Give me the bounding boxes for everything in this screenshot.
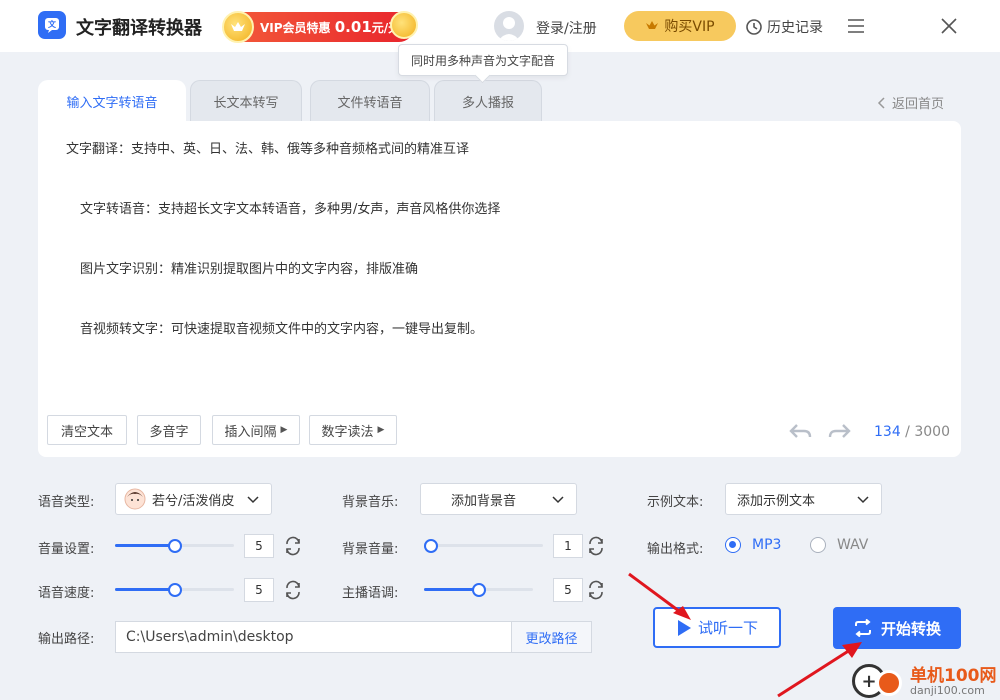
history-button[interactable]: 历史记录 [745, 17, 823, 37]
editor-line: 音视频转文字：可快速提取音视频文件中的文字内容，一键导出复制。 [80, 322, 484, 337]
bg-music-value: 添加背景音 [451, 493, 517, 509]
tab-text-to-speech[interactable]: 输入文字转语音 [38, 80, 186, 122]
volume-slider[interactable] [115, 539, 234, 553]
crown-icon [646, 21, 659, 29]
vip-promo-banner[interactable]: VIP会员特惠 0.01元/天 [222, 11, 418, 43]
bg-music-label: 背景音乐: [342, 495, 399, 510]
format-mp3-radio[interactable]: MP3 [725, 537, 781, 553]
vip-coin-icon [222, 11, 254, 43]
voice-type-label: 语音类型: [38, 495, 95, 510]
preview-label: 试听一下 [697, 619, 758, 637]
chevron-left-icon [877, 96, 885, 109]
buy-vip-label: 购买VIP [664, 19, 715, 35]
redo-icon[interactable] [828, 422, 852, 440]
vip-promo-text: VIP会员特惠 [260, 21, 331, 35]
change-path-button[interactable]: 更改路径 [511, 621, 592, 653]
char-count-max: 3000 [914, 424, 950, 440]
slider-handle[interactable] [424, 539, 438, 553]
format-wav-label: WAV [837, 537, 869, 553]
start-convert-label: 开始转换 [880, 619, 941, 638]
format-mp3-label: MP3 [752, 537, 782, 553]
reset-icon[interactable] [283, 536, 303, 556]
login-link[interactable]: 登录/注册 [536, 18, 597, 38]
polyphone-button[interactable]: 多音字 [137, 415, 201, 445]
bg-volume-value[interactable]: 1 [553, 534, 583, 558]
watermark-url: danji100.com [910, 684, 985, 697]
tab-long-text[interactable]: 长文本转写 [190, 80, 302, 122]
close-icon[interactable] [940, 17, 958, 35]
back-home-label: 返回首页 [892, 97, 945, 112]
output-path-input[interactable]: C:\Users\admin\desktop [115, 621, 512, 653]
speed-slider[interactable] [115, 583, 234, 597]
speed-label: 语音速度: [38, 586, 95, 601]
tab-multi-speaker[interactable]: 多人播报 [434, 80, 542, 122]
sample-text-select[interactable]: 添加示例文本 [725, 483, 882, 515]
volume-label: 音量设置: [38, 542, 95, 557]
pitch-slider[interactable] [424, 583, 533, 597]
char-counter: 134 / 3000 [874, 424, 950, 440]
editor-line: 文字翻译：支持中、英、日、法、韩、俄等多种音频格式间的精准互译 [66, 142, 470, 157]
reset-icon[interactable] [283, 580, 303, 600]
history-label: 历史记录 [767, 20, 823, 36]
tab-file-to-speech[interactable]: 文件转语音 [310, 80, 430, 122]
insert-pause-label: 插入间隔 [224, 424, 277, 440]
undo-icon[interactable] [788, 422, 812, 440]
number-reading-button[interactable]: 数字读法 ▶ [309, 415, 397, 445]
convert-icon [854, 619, 871, 637]
annotation-arrow-icon [628, 572, 691, 620]
watermark-name: 单机100网 [910, 666, 997, 686]
slider-handle[interactable] [471, 583, 486, 597]
voice-avatar-icon [124, 488, 146, 510]
clock-icon [746, 19, 762, 35]
chevron-down-icon [857, 496, 869, 504]
slider-handle[interactable] [167, 583, 182, 597]
app-logo-icon: 文 [38, 11, 66, 39]
bg-volume-slider[interactable] [424, 539, 543, 553]
editor-line: 文字转语音：支持超长文字文本转语音，多种男/女声，声音风格供你选择 [80, 202, 501, 217]
bg-music-select[interactable]: 添加背景音 [420, 483, 577, 515]
char-count-current: 134 [874, 424, 901, 440]
voice-type-select[interactable]: 若兮/活泼俏皮 [115, 483, 272, 515]
tooltip: 同时用多种声音为文字配音 [398, 44, 568, 76]
user-avatar[interactable] [494, 11, 524, 41]
number-reading-label: 数字读法 [321, 424, 374, 440]
pitch-value[interactable]: 5 [553, 578, 583, 602]
triangle-right-icon: ▶ [377, 425, 385, 435]
speed-value[interactable]: 5 [244, 578, 274, 602]
vip-coin-decor-icon [390, 11, 418, 39]
vip-promo-price: 0.01 [334, 18, 372, 36]
buy-vip-button[interactable]: 购买VIP [624, 11, 736, 41]
watermark-logo: + 单机100网 danji100.com [850, 660, 1000, 700]
bg-volume-label: 背景音量: [342, 542, 399, 557]
format-wav-radio[interactable]: WAV [810, 537, 868, 553]
pitch-label: 主播语调: [342, 586, 399, 601]
triangle-right-icon: ▶ [280, 425, 288, 435]
text-editor[interactable]: 文字翻译：支持中、英、日、法、韩、俄等多种音频格式间的精准互译 文字转语音：支持… [38, 121, 961, 457]
voice-type-value: 若兮/活泼俏皮 [152, 493, 235, 509]
menu-icon[interactable] [846, 17, 866, 35]
svg-text:文: 文 [48, 19, 57, 29]
output-path-label: 输出路径: [38, 632, 95, 647]
sample-text-label: 示例文本: [647, 495, 704, 510]
back-home-link[interactable]: 返回首页 [876, 93, 944, 112]
reset-icon[interactable] [586, 580, 606, 600]
volume-value[interactable]: 5 [244, 534, 274, 558]
insert-pause-button[interactable]: 插入间隔 ▶ [212, 415, 300, 445]
output-format-label: 输出格式: [647, 542, 704, 557]
clear-text-button[interactable]: 清空文本 [47, 415, 127, 445]
char-count-sep: / [900, 424, 915, 440]
app-title: 文字翻译转换器 [76, 18, 202, 39]
watermark-dot-icon [876, 670, 902, 696]
chevron-down-icon [552, 496, 564, 504]
chevron-down-icon [247, 496, 259, 504]
slider-handle[interactable] [167, 539, 182, 553]
editor-line: 图片文字识别：精准识别提取图片中的文字内容，排版准确 [80, 262, 419, 277]
sample-text-value: 添加示例文本 [737, 493, 816, 509]
reset-icon[interactable] [586, 536, 606, 556]
